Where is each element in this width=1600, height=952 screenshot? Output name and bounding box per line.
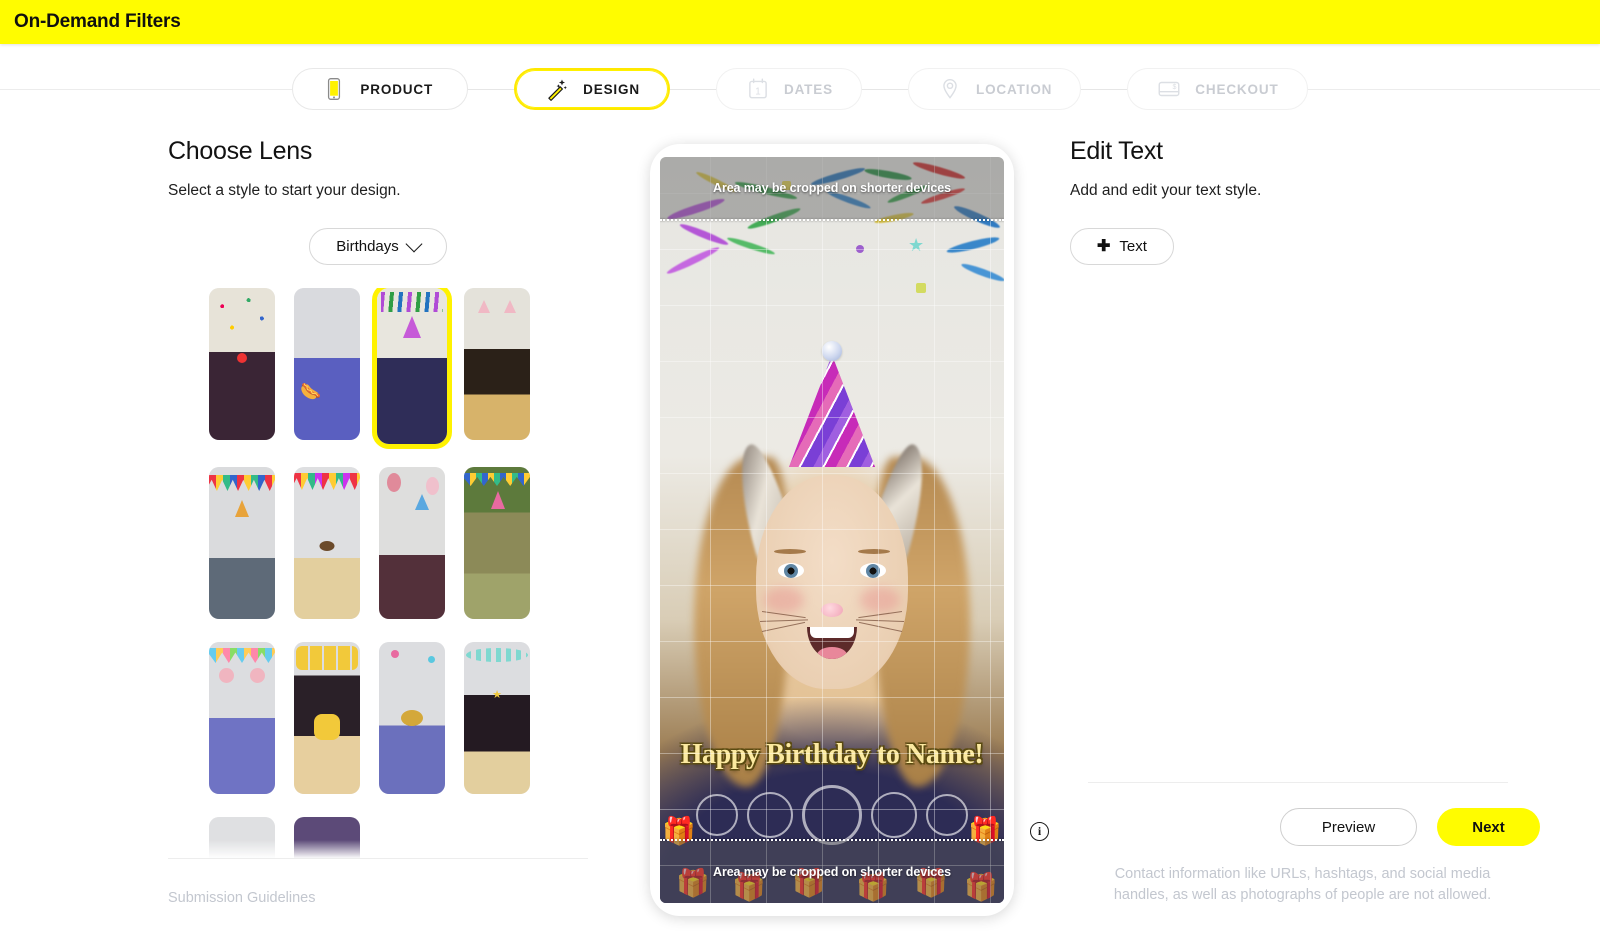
lens-thumbnail-blush-face[interactable] — [209, 817, 275, 860]
edit-text-title: Edit Text — [1070, 137, 1163, 165]
lens-thumbnail-mouse-ears-bunting[interactable] — [209, 642, 275, 794]
carousel-lens-option[interactable] — [747, 792, 793, 838]
choose-lens-panel: Choose Lens Select a style to start your… — [168, 136, 588, 265]
crop-notice-top-label: Area may be cropped on shorter devices — [713, 181, 951, 195]
edit-text-subtitle: Add and edit your text style. — [1070, 182, 1262, 199]
add-text-wrap: ✚ Text — [1070, 228, 1540, 265]
lens-thumbnail-grid[interactable]: 🌭 ★ — [168, 288, 588, 860]
lens-thumbnail-meerkat-party-hat[interactable] — [464, 467, 530, 619]
filter-preview-screen[interactable]: ★ 🎁 🎁 🎁 🎁 🎁 🎁 🎁 🎁 Happy Birthday to Name… — [660, 157, 1004, 903]
choose-lens-title: Choose Lens — [168, 137, 313, 165]
info-icon[interactable]: i — [1030, 822, 1049, 841]
map-pin-icon — [943, 78, 957, 99]
magic-wand-icon — [548, 79, 568, 101]
lens-thumbnail-bee-face[interactable] — [379, 642, 445, 794]
crop-notice-bottom-label: Area may be cropped on shorter devices — [713, 865, 951, 879]
lens-thumbnail-clown-confetti[interactable] — [209, 288, 275, 440]
lens-thumbnail-star-crown[interactable]: ★ — [464, 642, 530, 794]
lens-thumbnail-bunny-party-hat[interactable] — [372, 288, 452, 449]
preview-button[interactable]: Preview — [1280, 808, 1417, 846]
step-label: LOCATION — [975, 81, 1053, 97]
credit-card-icon: $ — [1158, 81, 1180, 97]
face-overlay — [756, 475, 908, 689]
add-text-button[interactable]: ✚ Text — [1070, 228, 1174, 265]
content-disclaimer: Contact information like URLs, hashtags,… — [1113, 866, 1492, 904]
carousel-lens-option-selected[interactable] — [802, 785, 862, 845]
lens-category-dropdown[interactable]: Birthdays — [309, 228, 447, 265]
step-dates[interactable]: 1 DATES — [715, 68, 862, 110]
crop-notice-bottom: Area may be cropped on shorter devices — [660, 841, 1004, 903]
step-location[interactable]: LOCATION — [907, 68, 1082, 110]
lens-category-value: Birthdays — [336, 238, 399, 255]
action-buttons: Preview Next — [1070, 808, 1540, 846]
calendar-icon: 1 — [749, 78, 767, 99]
phone-icon — [328, 78, 341, 100]
lens-thumbnail-dancing-hotdog[interactable]: 🌭 — [294, 288, 360, 440]
submission-guidelines-link[interactable]: Submission Guidelines — [168, 890, 316, 906]
step-checkout[interactable]: $ CHECKOUT — [1127, 68, 1308, 110]
svg-text:$: $ — [1173, 84, 1177, 91]
edit-text-panel: Edit Text Add and edit your text style. … — [1070, 136, 1540, 265]
left-panel-divider — [168, 858, 588, 859]
chevron-down-icon — [405, 235, 423, 252]
step-connector — [1081, 88, 1128, 90]
lens-thumbnail-cat-ears-gold[interactable] — [464, 288, 530, 440]
step-label: PRODUCT — [360, 81, 434, 97]
phone-preview-frame: ★ 🎁 🎁 🎁 🎁 🎁 🎁 🎁 🎁 Happy Birthday to Name… — [650, 144, 1014, 916]
bunny-nose-icon — [821, 603, 843, 617]
lens-thumbnail-sunglasses-night[interactable] — [294, 817, 360, 860]
crop-boundary-top — [660, 219, 1004, 221]
app-header: On-Demand Filters — [0, 0, 1600, 44]
star-confetti-icon: ★ — [908, 235, 925, 255]
right-panel-divider — [1088, 782, 1508, 783]
step-connector — [669, 88, 716, 90]
step-label: DESIGN — [583, 81, 640, 97]
step-connector — [861, 88, 908, 90]
lens-carousel[interactable] — [660, 785, 1004, 845]
lens-thumbnail-deer-bunting[interactable] — [209, 467, 275, 619]
step-label: DATES — [783, 81, 833, 97]
carousel-lens-option[interactable] — [871, 792, 917, 838]
page-title: On-Demand Filters — [14, 11, 181, 32]
step-product[interactable]: PRODUCT — [292, 68, 469, 110]
svg-text:1: 1 — [755, 86, 760, 97]
lens-thumbnail-dog-face-bunting[interactable] — [294, 467, 360, 619]
step-list: PRODUCT DESIGN 1 DATES LOCATION $ CHECKO… — [0, 68, 1600, 110]
step-design[interactable]: DESIGN — [514, 68, 670, 110]
add-text-label: Text — [1119, 238, 1147, 255]
category-dropdown-wrap: Birthdays — [168, 228, 588, 265]
plus-icon: ✚ — [1097, 237, 1111, 255]
crop-notice-top: Area may be cropped on shorter devices — [660, 157, 1004, 219]
carousel-lens-option[interactable] — [926, 794, 968, 836]
step-connector — [468, 88, 515, 90]
party-hat-pom — [822, 341, 842, 361]
party-hat-overlay — [789, 341, 875, 467]
next-button[interactable]: Next — [1437, 808, 1540, 846]
carousel-lens-option[interactable] — [696, 794, 738, 836]
filter-text-overlay[interactable]: Happy Birthday to Name! — [660, 739, 1004, 771]
choose-lens-subtitle: Select a style to start your design. — [168, 182, 401, 199]
lens-thumbnail-party-hat-balloons[interactable] — [379, 467, 445, 619]
lens-thumbnail-cat-emoji-mask[interactable] — [294, 642, 360, 794]
step-label: CHECKOUT — [1195, 81, 1279, 97]
